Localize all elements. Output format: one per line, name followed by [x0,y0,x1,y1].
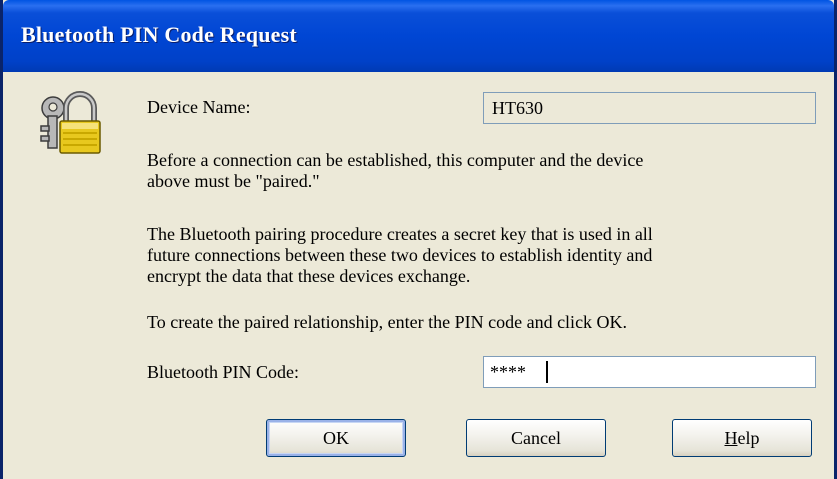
dialog-window: Bluetooth PIN Code Request Device Name: … [0,0,837,479]
message-line: above must be "paired." [147,171,320,191]
window-title: Bluetooth PIN Code Request [21,22,297,47]
help-button[interactable]: Help [672,419,812,457]
text-caret [546,361,548,383]
cancel-button[interactable]: Cancel [466,419,606,457]
device-name-field: HT630 [483,92,816,124]
device-name-label: Device Name: [147,97,251,117]
ok-button[interactable]: OK [266,419,406,457]
message-line: The Bluetooth pairing procedure creates … [147,224,653,244]
title-bar[interactable]: Bluetooth PIN Code Request [3,0,834,72]
lock-with-keys-icon [40,91,101,154]
message-line: Before a connection can be established, … [147,150,644,170]
help-mnemonic: H [724,428,738,448]
message-line: future connections between these two dev… [147,245,653,265]
instruction-text: To create the paired relationship, enter… [147,312,628,332]
pin-code-input[interactable]: **** [483,356,816,388]
message-line: encrypt the data that these devices exch… [147,266,471,286]
help-label-rest: elp [737,428,760,448]
pin-code-label: Bluetooth PIN Code: [147,362,299,382]
